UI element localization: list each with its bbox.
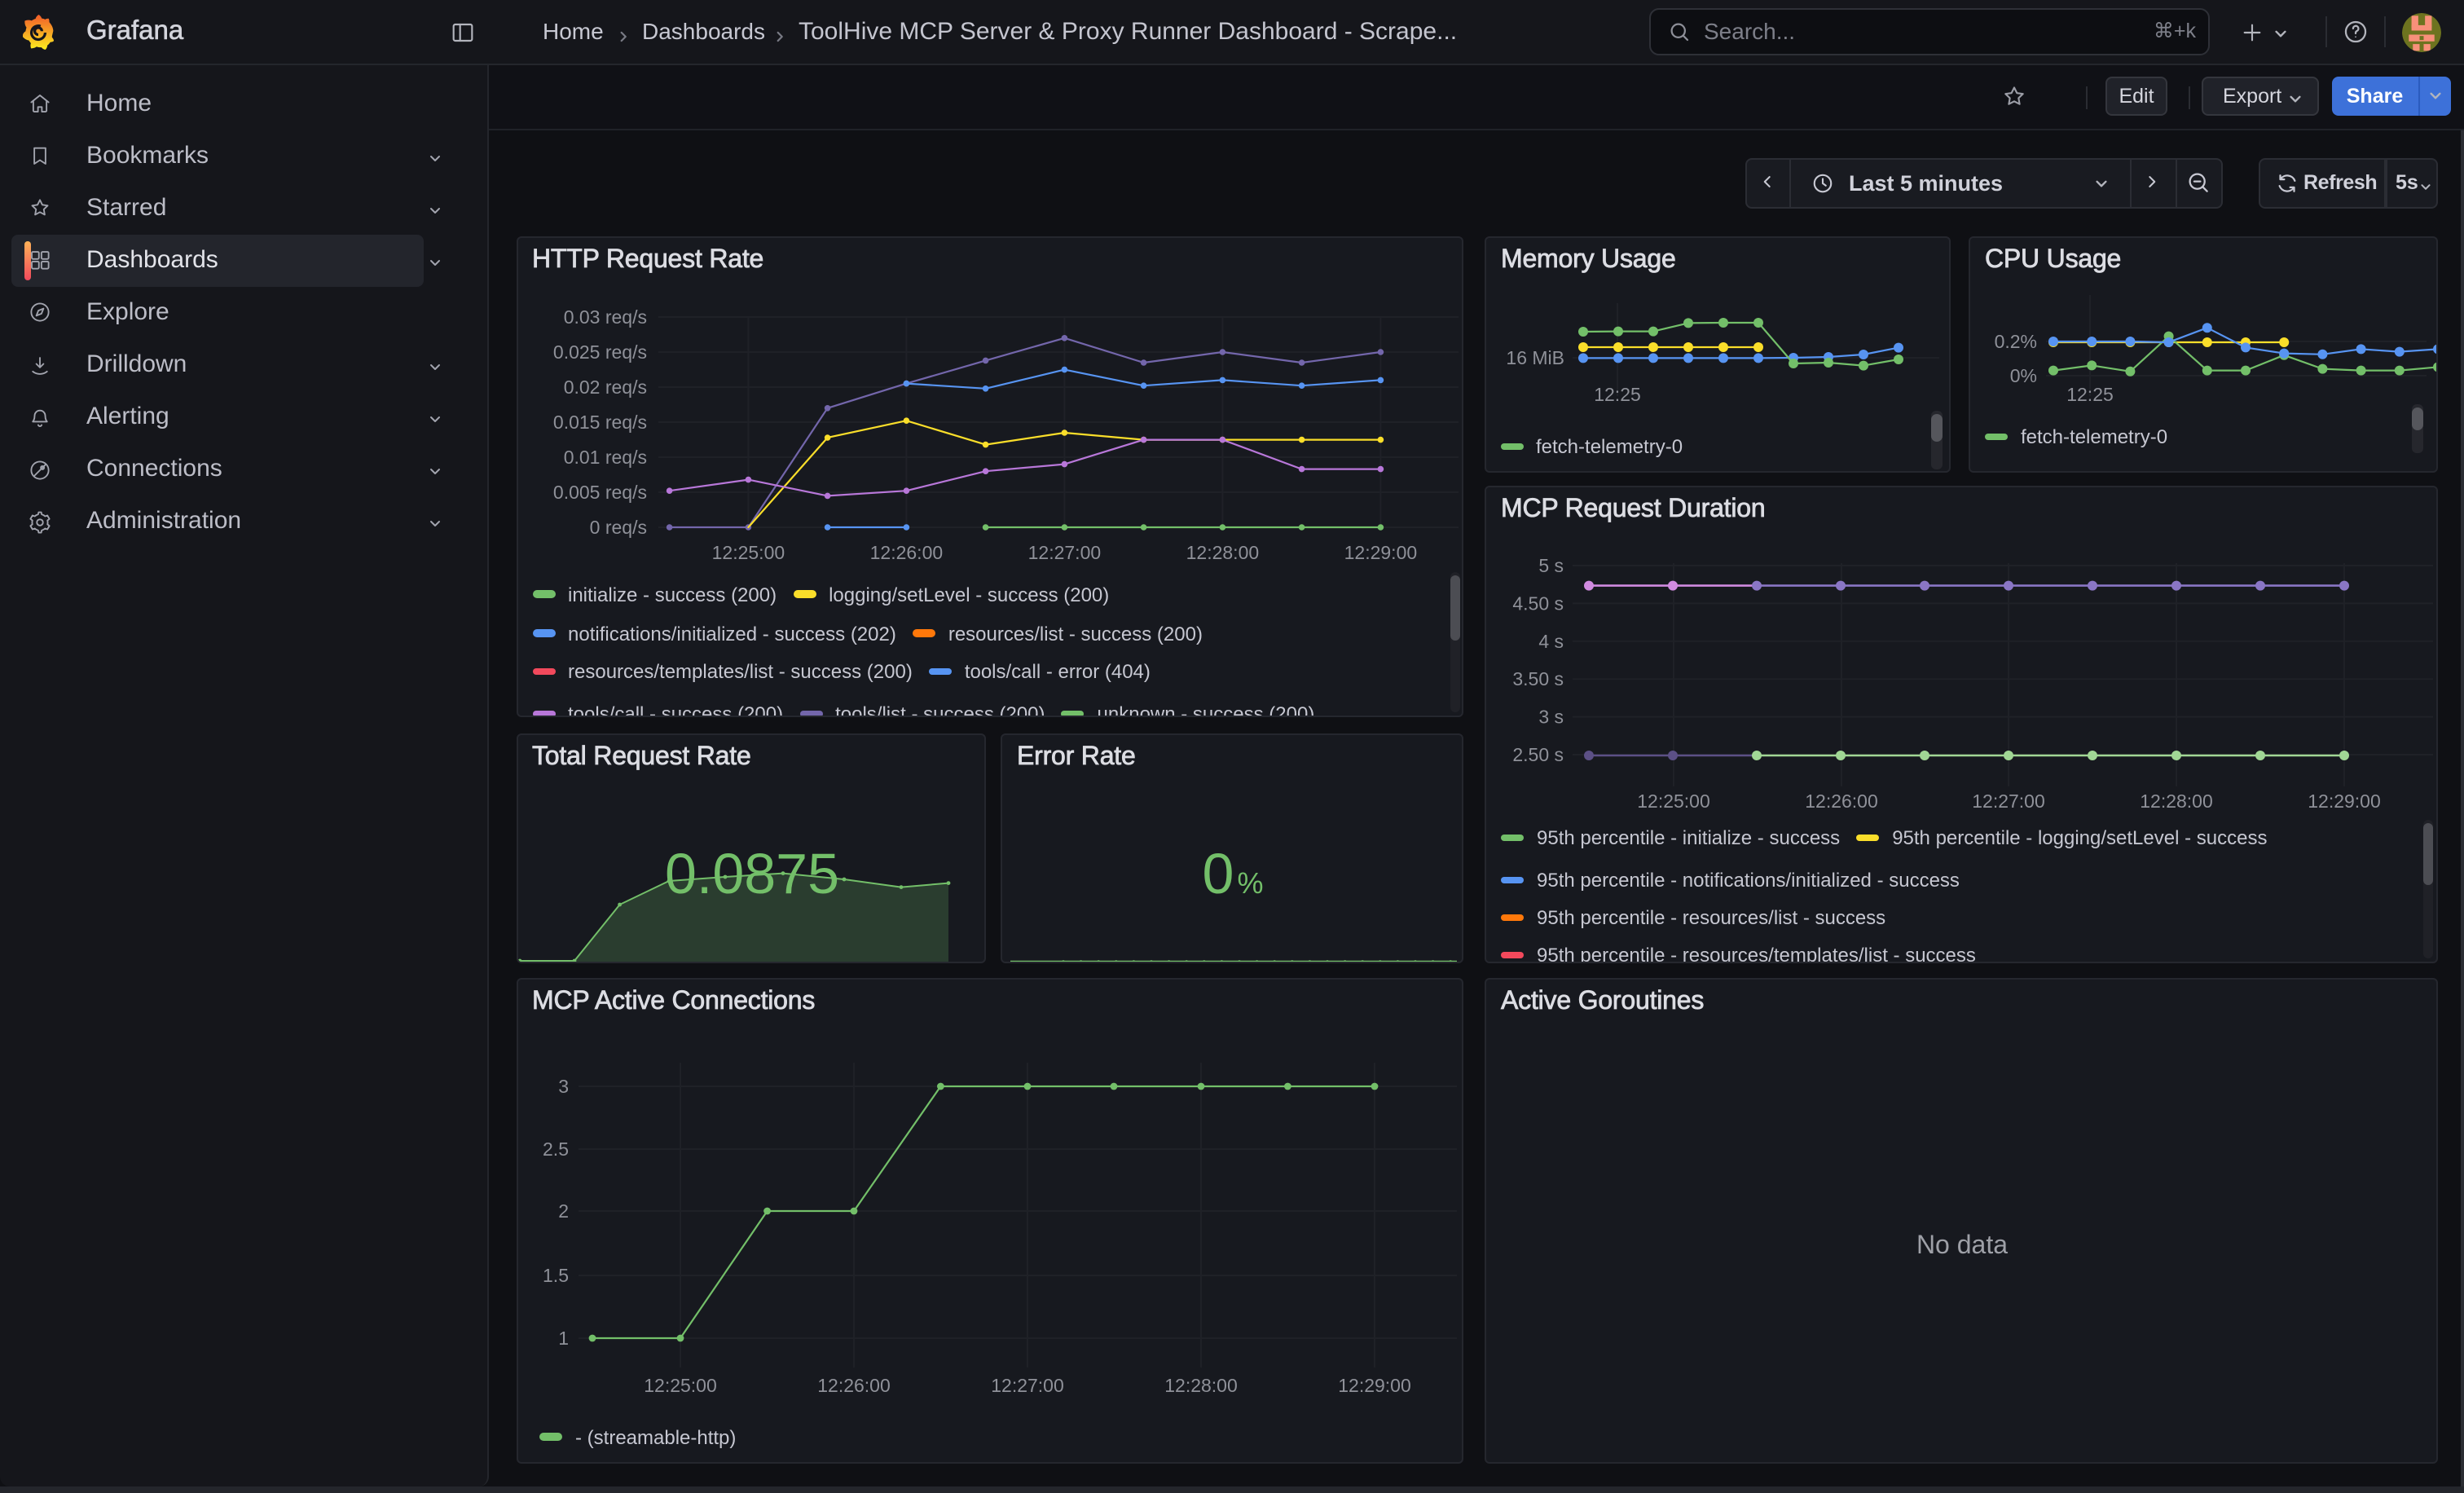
svg-text:12:25:00: 12:25:00 (643, 1374, 716, 1395)
svg-text:0.02 req/s: 0.02 req/s (563, 377, 646, 398)
svg-text:12:29:00: 12:29:00 (1337, 1374, 1410, 1395)
svg-text:0.005 req/s: 0.005 req/s (552, 482, 646, 503)
svg-text:0.03 req/s: 0.03 req/s (563, 306, 646, 328)
svg-text:3: 3 (557, 1075, 568, 1096)
svg-text:3.50 s: 3.50 s (1511, 667, 1563, 689)
svg-text:12:26:00: 12:26:00 (816, 1374, 890, 1395)
svg-text:2.5: 2.5 (542, 1138, 568, 1159)
svg-text:12:26:00: 12:26:00 (1804, 790, 1877, 811)
svg-text:16 MiB: 16 MiB (1505, 347, 1564, 368)
svg-text:12:26:00: 12:26:00 (869, 542, 943, 563)
svg-text:12:25: 12:25 (1593, 384, 1640, 405)
svg-text:0 req/s: 0 req/s (589, 517, 646, 538)
svg-text:1.5: 1.5 (542, 1264, 568, 1285)
svg-text:0.2%: 0.2% (1995, 331, 2037, 352)
svg-text:12:25:00: 12:25:00 (711, 542, 785, 563)
svg-text:0.015 req/s: 0.015 req/s (552, 412, 646, 433)
svg-text:0.01 req/s: 0.01 req/s (563, 447, 646, 468)
svg-text:4.50 s: 4.50 s (1511, 592, 1563, 613)
svg-text:2.50 s: 2.50 s (1511, 743, 1563, 764)
svg-text:12:29:00: 12:29:00 (2307, 790, 2380, 811)
svg-text:0%: 0% (2010, 365, 2037, 386)
svg-text:12:28:00: 12:28:00 (1186, 542, 1259, 563)
svg-text:12:29:00: 12:29:00 (1344, 542, 1417, 563)
svg-text:0.025 req/s: 0.025 req/s (552, 341, 646, 363)
svg-text:12:28:00: 12:28:00 (2139, 790, 2212, 811)
svg-text:5 s: 5 s (1538, 554, 1563, 575)
svg-text:12:27:00: 12:27:00 (1027, 542, 1101, 563)
svg-text:12:27:00: 12:27:00 (1971, 790, 2044, 811)
svg-text:12:28:00: 12:28:00 (1164, 1374, 1237, 1395)
svg-text:12:25: 12:25 (2066, 384, 2114, 405)
svg-text:1: 1 (557, 1327, 568, 1348)
svg-text:12:27:00: 12:27:00 (990, 1374, 1063, 1395)
svg-text:3 s: 3 s (1538, 706, 1563, 727)
svg-text:2: 2 (557, 1200, 568, 1221)
svg-text:12:25:00: 12:25:00 (1636, 790, 1709, 811)
svg-text:4 s: 4 s (1538, 630, 1563, 651)
